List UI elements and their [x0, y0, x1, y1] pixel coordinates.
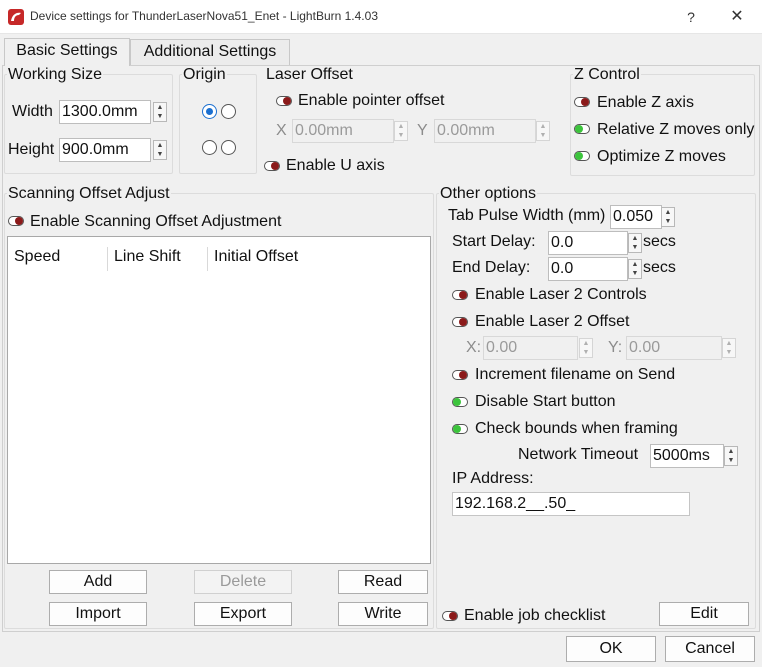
start-delay-spinbox[interactable]: 0.0 — [548, 231, 628, 255]
enable-laser2-offset-toggle[interactable] — [452, 317, 468, 327]
enable-laser2-controls-toggle[interactable] — [452, 290, 468, 300]
disable-start-button-label[interactable]: Disable Start button — [475, 393, 616, 411]
relative-z-moves-toggle[interactable] — [574, 124, 590, 134]
lightburn-app-icon — [8, 9, 24, 25]
end-delay-spinbox[interactable]: 0.0 — [548, 257, 628, 281]
origin-bottom-right-radio[interactable] — [221, 140, 236, 155]
scanning-offset-table[interactable]: Speed Line Shift Initial Offset — [7, 236, 431, 564]
laser-offset-x-label: X — [276, 122, 287, 139]
ok-button[interactable]: OK — [566, 636, 656, 662]
column-header-line-shift[interactable]: Line Shift — [108, 247, 208, 271]
end-delay-stepper[interactable]: ▲ ▼ — [628, 259, 642, 279]
laser-offset-y-stepper[interactable]: ▲ ▼ — [536, 121, 550, 141]
add-button[interactable]: Add — [49, 570, 147, 594]
origin-bottom-left-radio[interactable] — [202, 140, 217, 155]
network-timeout-label: Network Timeout — [518, 446, 639, 463]
tab-pulse-width-stepper[interactable]: ▲ ▼ — [661, 207, 675, 227]
other-options-title: Other options — [439, 185, 538, 203]
network-timeout-spinbox[interactable]: 5000ms — [650, 444, 724, 468]
column-header-speed[interactable]: Speed — [8, 247, 108, 271]
laser2-offset-x-stepper[interactable]: ▲ ▼ — [579, 338, 593, 358]
enable-scanning-offset-label[interactable]: Enable Scanning Offset Adjustment — [30, 213, 281, 231]
origin-group — [179, 74, 257, 174]
column-header-initial-offset[interactable]: Initial Offset — [208, 247, 328, 271]
laser-offset-y-label: Y — [417, 122, 428, 139]
optimize-z-moves-toggle[interactable] — [574, 151, 590, 161]
z-control-title: Z Control — [573, 66, 641, 84]
enable-job-checklist-label[interactable]: Enable job checklist — [464, 607, 605, 625]
end-delay-unit: secs — [643, 259, 676, 276]
cancel-button[interactable]: Cancel — [665, 636, 755, 662]
laser-offset-x-spinbox[interactable]: 0.00mm — [292, 119, 394, 143]
laser2-offset-y-spinbox[interactable]: 0.00 — [626, 336, 722, 360]
check-bounds-toggle[interactable] — [452, 424, 468, 434]
start-delay-unit: secs — [643, 233, 676, 250]
enable-z-axis-label[interactable]: Enable Z axis — [597, 94, 694, 112]
delete-button[interactable]: Delete — [194, 570, 292, 594]
height-label: Height — [8, 141, 55, 158]
network-timeout-stepper[interactable]: ▲ ▼ — [724, 446, 738, 466]
laser2-offset-x-spinbox[interactable]: 0.00 — [483, 336, 578, 360]
enable-u-axis-label[interactable]: Enable U axis — [286, 157, 385, 175]
increment-filename-label[interactable]: Increment filename on Send — [475, 366, 675, 384]
start-delay-label: Start Delay: — [452, 233, 536, 250]
scanning-offset-title: Scanning Offset Adjust — [7, 185, 171, 203]
window-title: Device settings for ThunderLaserNova51_E… — [30, 9, 378, 23]
read-button[interactable]: Read — [338, 570, 428, 594]
edit-job-checklist-button[interactable]: Edit — [659, 602, 749, 626]
enable-laser2-offset-label[interactable]: Enable Laser 2 Offset — [475, 313, 629, 331]
origin-top-left-radio[interactable] — [202, 104, 217, 119]
help-button[interactable]: ? — [676, 6, 706, 28]
check-bounds-label[interactable]: Check bounds when framing — [475, 420, 678, 438]
tab-pulse-width-label: Tab Pulse Width (mm) — [448, 207, 606, 224]
tab-basic-settings[interactable]: Basic Settings — [4, 38, 130, 66]
tab-pulse-width-spinbox[interactable]: 0.050 — [610, 205, 662, 229]
width-label: Width — [12, 103, 53, 120]
export-button[interactable]: Export — [194, 602, 292, 626]
close-button[interactable]: ✕ — [720, 6, 754, 28]
disable-start-button-toggle[interactable] — [452, 397, 468, 407]
enable-pointer-offset-label[interactable]: Enable pointer offset — [298, 92, 444, 110]
optimize-z-moves-label[interactable]: Optimize Z moves — [597, 148, 726, 166]
enable-z-axis-toggle[interactable] — [574, 97, 590, 107]
title-bar: Device settings for ThunderLaserNova51_E… — [0, 0, 762, 34]
origin-title: Origin — [182, 66, 227, 84]
import-button[interactable]: Import — [49, 602, 147, 626]
width-stepper[interactable]: ▲ ▼ — [153, 102, 167, 122]
laser-offset-y-spinbox[interactable]: 0.00mm — [434, 119, 536, 143]
height-stepper[interactable]: ▲ ▼ — [153, 140, 167, 160]
ip-address-input[interactable]: 192.168.2__.50_ — [452, 492, 690, 516]
start-delay-stepper[interactable]: ▲ ▼ — [628, 233, 642, 253]
enable-laser2-controls-label[interactable]: Enable Laser 2 Controls — [475, 286, 647, 304]
write-button[interactable]: Write — [338, 602, 428, 626]
laser2-offset-y-label: Y: — [608, 339, 623, 356]
enable-job-checklist-toggle[interactable] — [442, 611, 458, 621]
end-delay-label: End Delay: — [452, 259, 531, 276]
width-spinbox[interactable]: 1300.0mm — [59, 100, 151, 124]
relative-z-moves-label[interactable]: Relative Z moves only — [597, 121, 754, 139]
origin-top-right-radio[interactable] — [221, 104, 236, 119]
laser-offset-title: Laser Offset — [265, 66, 354, 84]
enable-pointer-offset-toggle[interactable] — [276, 96, 292, 106]
working-size-title: Working Size — [7, 66, 103, 84]
enable-u-axis-toggle[interactable] — [264, 161, 280, 171]
laser2-offset-x-label: X: — [466, 339, 482, 356]
enable-scanning-offset-toggle[interactable] — [8, 216, 24, 226]
ip-address-label: IP Address: — [452, 470, 534, 487]
tab-additional-settings[interactable]: Additional Settings — [130, 39, 290, 65]
height-spinbox[interactable]: 900.0mm — [59, 138, 151, 162]
laser2-offset-y-stepper[interactable]: ▲ ▼ — [722, 338, 736, 358]
increment-filename-toggle[interactable] — [452, 370, 468, 380]
laser-offset-x-stepper[interactable]: ▲ ▼ — [394, 121, 408, 141]
